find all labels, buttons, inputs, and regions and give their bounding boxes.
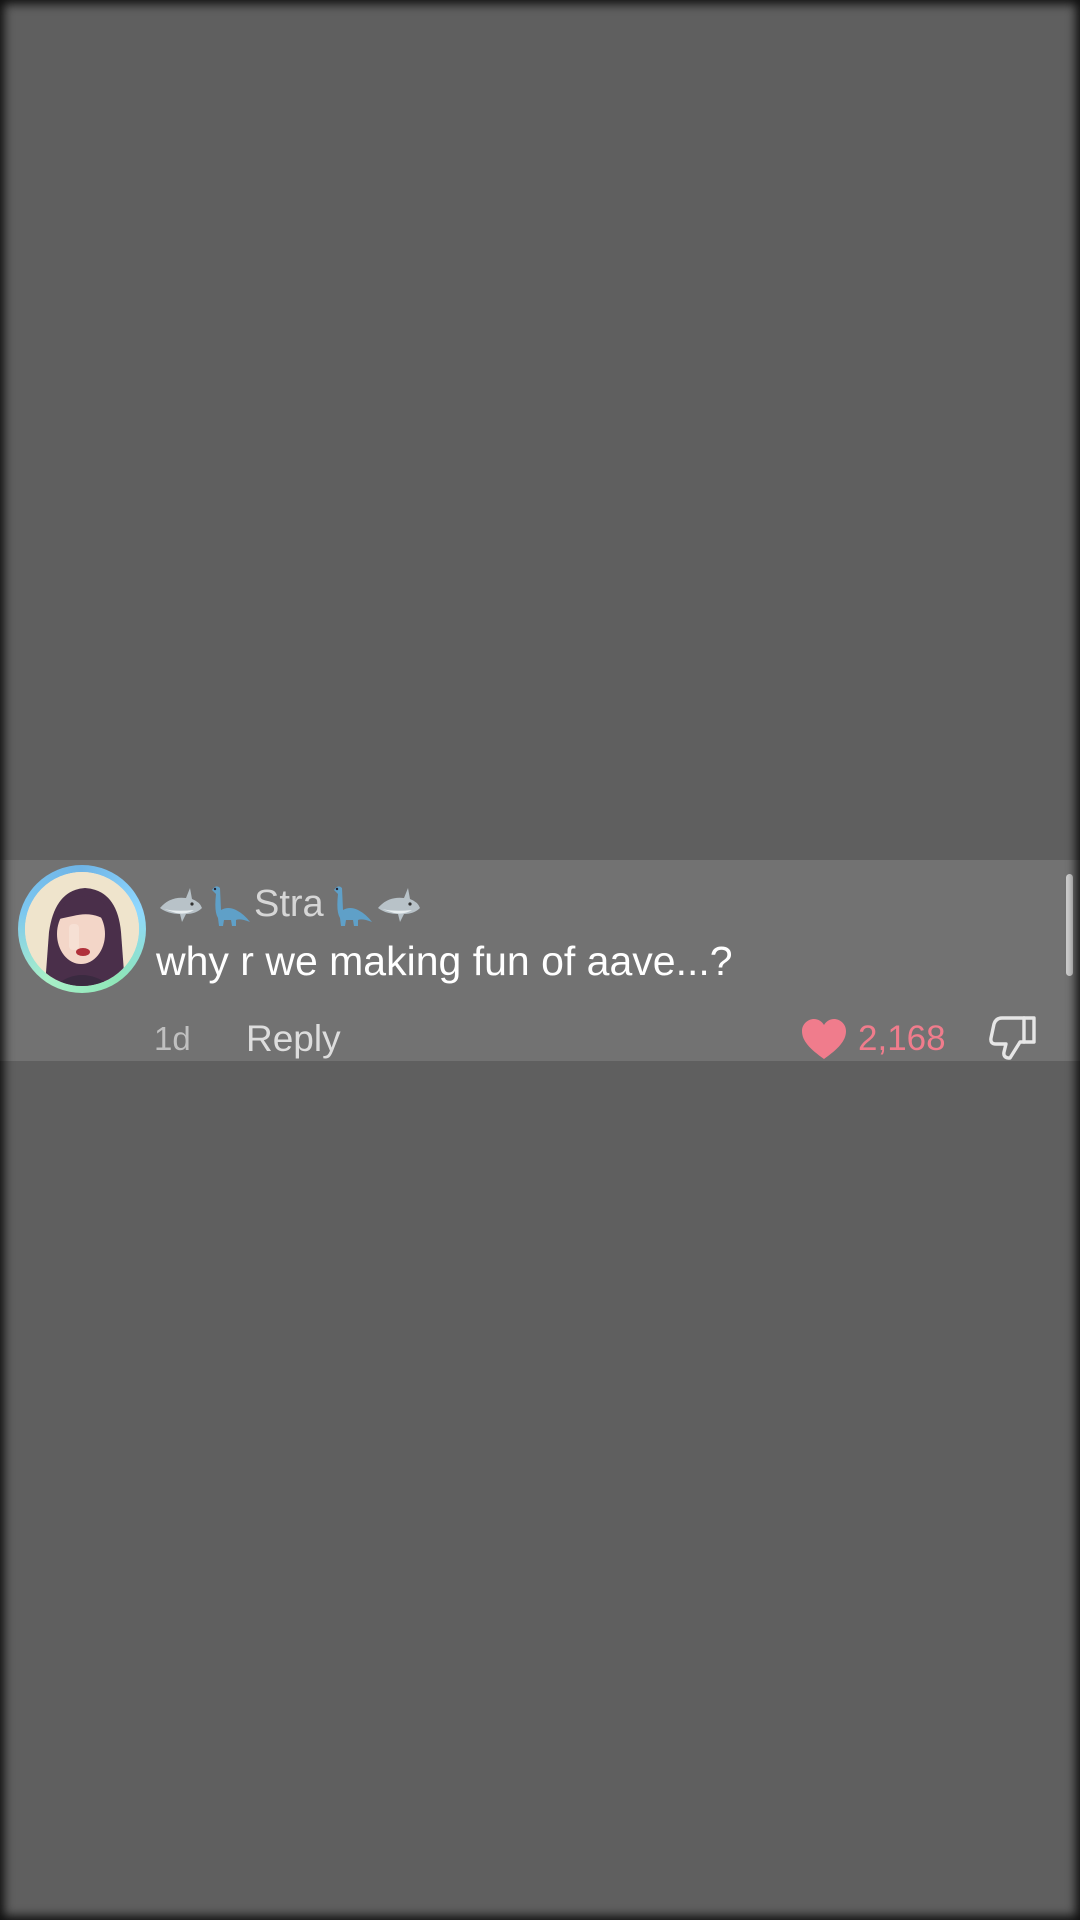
like-button[interactable]: 2,168 bbox=[800, 1014, 946, 1064]
username[interactable]: Stra bbox=[156, 876, 422, 932]
screen: Stra why r we making fun of aave...? 1d … bbox=[0, 0, 1080, 1920]
scrollbar[interactable] bbox=[1066, 874, 1073, 976]
shark-emoji-icon bbox=[377, 888, 420, 922]
thumbs-down-icon bbox=[989, 1016, 1036, 1060]
dinosaur-emoji-icon bbox=[212, 886, 250, 926]
comment-text: why r we making fun of aave...? bbox=[156, 938, 733, 984]
username-label: Stra bbox=[254, 882, 324, 925]
like-count: 2,168 bbox=[858, 1019, 946, 1058]
comment-card: Stra why r we making fun of aave...? 1d … bbox=[0, 860, 1080, 1061]
reply-button[interactable]: Reply bbox=[246, 1018, 341, 1060]
comment-timestamp: 1d bbox=[154, 1020, 191, 1057]
dinosaur-emoji-icon bbox=[333, 886, 372, 926]
heart-icon bbox=[802, 1019, 846, 1059]
avatar-story-ring[interactable] bbox=[18, 865, 146, 993]
shark-emoji-icon bbox=[160, 888, 202, 922]
dislike-button[interactable] bbox=[988, 1012, 1038, 1060]
avatar-photo bbox=[25, 872, 139, 986]
avatar[interactable] bbox=[25, 872, 139, 986]
